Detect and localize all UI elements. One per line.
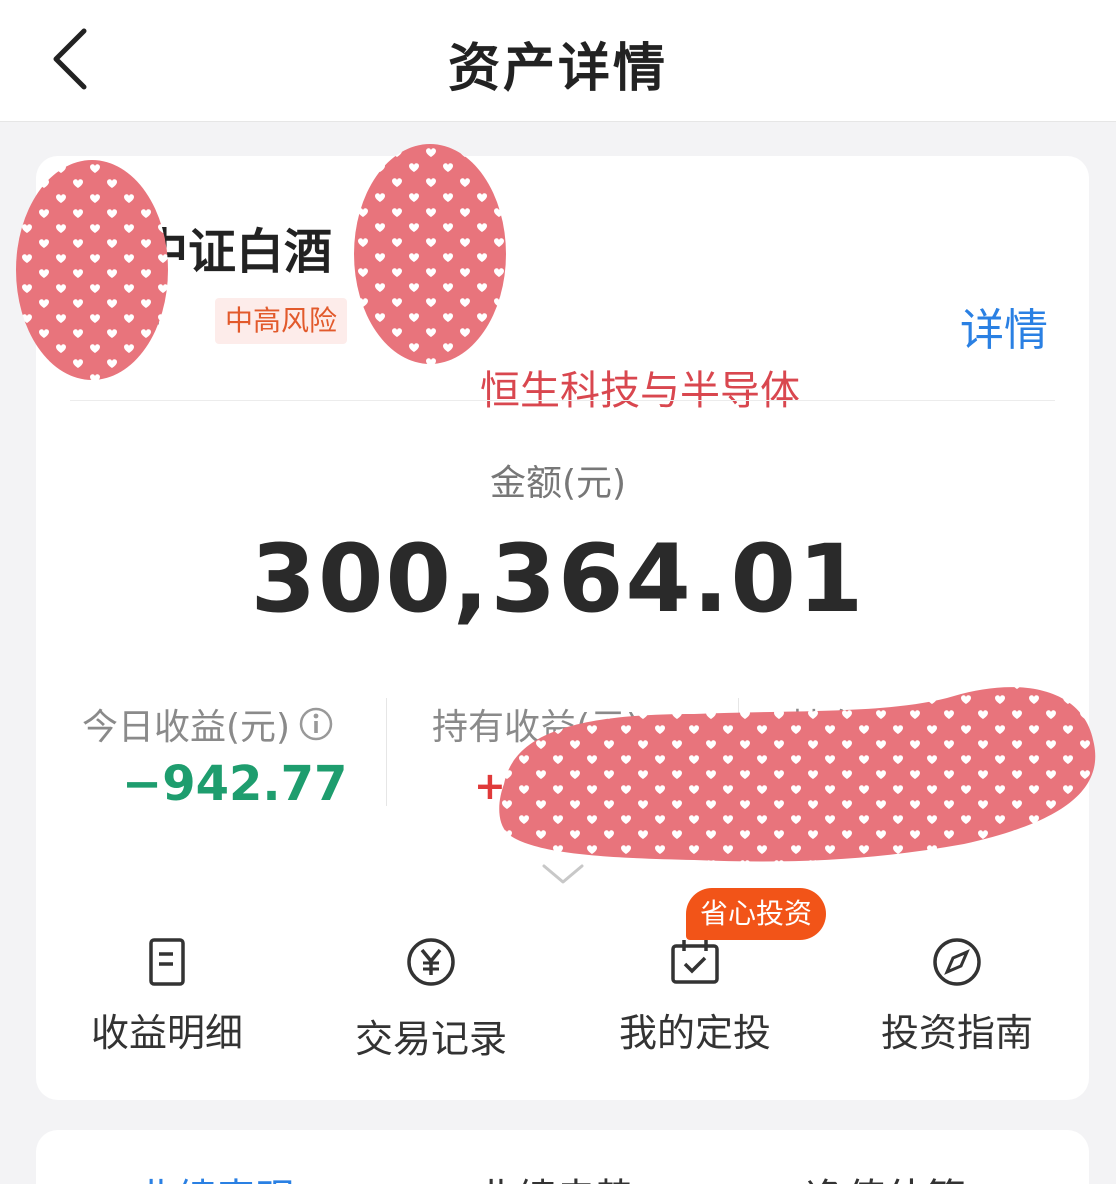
my-auto-invest-button[interactable]: 我的定投 — [580, 936, 810, 1056]
tab-performance[interactable]: 业绩表现 — [136, 1166, 296, 1184]
action-label: 投资指南 — [880, 1011, 1033, 1055]
compass-icon — [933, 938, 981, 986]
transaction-records-button[interactable]: 交易记录 — [316, 936, 546, 1061]
divider — [70, 400, 1055, 401]
handwritten-annotation: 恒生科技与半导体 — [480, 368, 800, 414]
document-icon — [149, 938, 185, 986]
today-earnings-label: 今日收益(元) — [82, 698, 334, 750]
tab-nav-estimate[interactable]: 净值估算 — [806, 1166, 966, 1184]
amount-value: 300,364.01 — [250, 525, 866, 634]
yen-circle-icon — [407, 938, 455, 986]
action-label: 我的定投 — [618, 1011, 771, 1055]
top-navigation-bar: 资产详情 — [0, 0, 1116, 122]
privacy-mask — [354, 144, 506, 364]
stat-divider — [386, 698, 387, 806]
action-label: 交易记录 — [354, 1017, 507, 1061]
privacy-mask — [16, 160, 168, 380]
action-label: 收益明细 — [90, 1011, 243, 1055]
info-icon[interactable] — [298, 706, 334, 742]
risk-level-badge: 中高风险 — [215, 298, 348, 344]
earnings-detail-button[interactable]: 收益明细 — [52, 936, 282, 1056]
investment-guide-button[interactable]: 投资指南 — [842, 936, 1072, 1056]
promo-badge: 省心投资 — [686, 888, 827, 940]
page-title: 资产详情 — [447, 39, 668, 99]
fund-detail-link[interactable]: 详情 — [960, 294, 1048, 358]
privacy-mask — [499, 687, 1096, 862]
tab-trend[interactable]: 业绩走势 — [476, 1166, 636, 1184]
calendar-check-icon — [671, 940, 719, 984]
today-earnings-value: −942.77 — [122, 756, 348, 812]
today-earnings-label-text: 今日收益(元) — [82, 707, 291, 748]
amount-label: 金额(元) — [489, 463, 627, 504]
